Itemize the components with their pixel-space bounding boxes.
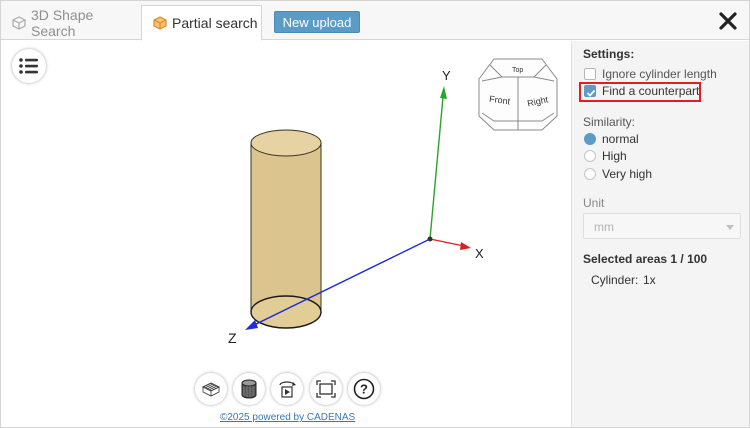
tab-partial-search[interactable]: Partial search bbox=[141, 5, 262, 41]
new-upload-button[interactable]: New upload bbox=[274, 11, 360, 33]
wireframe-button[interactable] bbox=[195, 373, 227, 405]
similarity-option-normal[interactable]: normal bbox=[602, 132, 639, 146]
highlight-box bbox=[579, 82, 701, 102]
similarity-label: Similarity: bbox=[583, 115, 636, 129]
fit-view-icon bbox=[316, 380, 336, 398]
tab-label: Partial search bbox=[172, 15, 258, 31]
selected-areas-title: Selected areas 1 / 100 bbox=[583, 252, 708, 266]
similarity-option-high[interactable]: High bbox=[602, 149, 627, 163]
cylinder-model[interactable] bbox=[250, 129, 322, 329]
ignore-cylinder-label[interactable]: Ignore cylinder length bbox=[602, 67, 717, 81]
close-icon[interactable] bbox=[717, 10, 739, 32]
shaded-cylinder-icon bbox=[241, 379, 257, 399]
similarity-radio-high[interactable] bbox=[584, 150, 596, 162]
cube-icon bbox=[11, 15, 27, 31]
similarity-option-very-high[interactable]: Very high bbox=[602, 167, 652, 181]
cube-orange-icon bbox=[152, 15, 168, 31]
list-menu-button[interactable] bbox=[12, 49, 46, 83]
similarity-radio-normal[interactable] bbox=[584, 133, 596, 145]
y-axis-label: Y bbox=[442, 68, 451, 83]
chevron-down-icon bbox=[726, 225, 734, 230]
x-axis-label: X bbox=[475, 246, 484, 261]
rotate-play-button[interactable] bbox=[271, 373, 303, 405]
shaded-view-button[interactable] bbox=[233, 373, 265, 405]
viewcube-top: Top bbox=[512, 67, 523, 74]
app-window: 3D Shape Search Partial search New uploa… bbox=[0, 0, 750, 428]
tab-bar: 3D Shape Search Partial search New uploa… bbox=[1, 1, 749, 41]
unit-select[interactable]: mm bbox=[583, 213, 741, 239]
z-axis-label: Z bbox=[228, 330, 237, 346]
fit-view-button[interactable] bbox=[310, 373, 342, 405]
unit-value: mm bbox=[594, 220, 614, 234]
ignore-cylinder-checkbox[interactable] bbox=[584, 68, 596, 80]
help-icon: ? bbox=[353, 378, 375, 400]
help-button[interactable]: ? bbox=[348, 373, 380, 405]
tab-label: 3D Shape Search bbox=[31, 6, 94, 39]
3d-viewport[interactable]: Y X Z Top Front Right ? ©2025 powered by… bbox=[2, 41, 570, 427]
svg-text:?: ? bbox=[360, 382, 368, 397]
settings-panel: Settings: Ignore cylinder length Find a … bbox=[571, 41, 749, 427]
rotate-play-icon bbox=[279, 381, 296, 398]
tab-3d-shape-search[interactable]: 3D Shape Search bbox=[1, 5, 141, 40]
wireframe-icon bbox=[201, 382, 221, 397]
powered-by-link[interactable]: ©2025 powered by CADENAS bbox=[220, 412, 355, 423]
settings-title: Settings: bbox=[583, 47, 635, 61]
list-icon bbox=[19, 58, 38, 74]
similarity-radio-very-high[interactable] bbox=[584, 168, 596, 180]
selected-area-item-label: Cylinder: bbox=[591, 273, 639, 287]
unit-label: Unit bbox=[583, 196, 605, 210]
3d-scene[interactable]: Y X Z Top Front Right bbox=[2, 41, 570, 427]
selected-area-item-count: 1x bbox=[643, 273, 656, 287]
view-cube[interactable]: Top Front Right bbox=[478, 58, 558, 131]
